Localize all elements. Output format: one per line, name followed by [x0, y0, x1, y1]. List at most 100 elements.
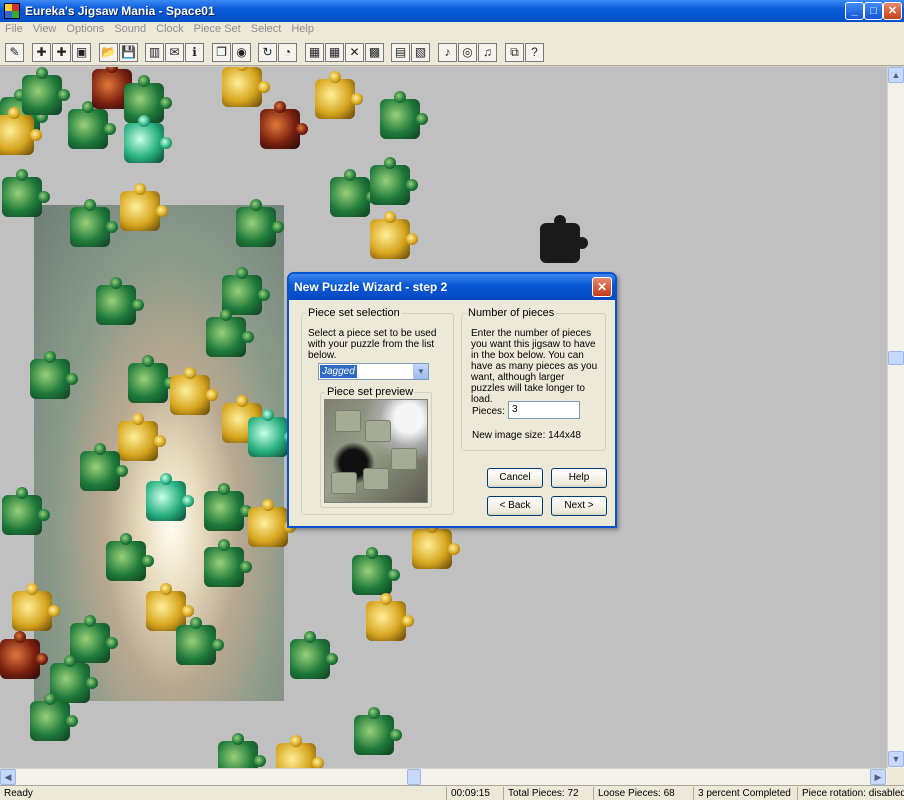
scroll-down-button[interactable]: ▼	[888, 751, 904, 767]
pieces-red-icon[interactable]: ✚	[32, 43, 51, 62]
puzzle-piece[interactable]	[30, 693, 78, 741]
puzzle-piece[interactable]	[0, 631, 48, 679]
help-button[interactable]: Help	[551, 468, 607, 488]
puzzle-piece[interactable]	[248, 409, 296, 457]
scroll-right-button[interactable]: ▶	[870, 769, 886, 785]
window-icon[interactable]: ⧉	[505, 43, 524, 62]
puzzle-piece[interactable]	[370, 157, 418, 205]
puzzle-piece[interactable]	[204, 539, 252, 587]
puzzle-piece[interactable]	[236, 199, 284, 247]
frame-icon[interactable]: ▧	[411, 43, 430, 62]
scroll-left-button[interactable]: ◀	[0, 769, 16, 785]
puzzle-piece[interactable]	[12, 583, 60, 631]
menu-select[interactable]: Select	[246, 22, 287, 35]
music-note-icon[interactable]: ♪	[438, 43, 457, 62]
puzzle-piece[interactable]	[370, 211, 418, 259]
save-disk-icon[interactable]: 💾	[119, 43, 138, 62]
puzzle-piece[interactable]	[366, 593, 414, 641]
open-folder-icon[interactable]: 📂	[99, 43, 118, 62]
puzzle-piece[interactable]	[120, 183, 168, 231]
puzzle-piece[interactable]	[222, 67, 270, 107]
puzzle-piece[interactable]	[352, 547, 400, 595]
scrollbar-corner	[887, 768, 904, 785]
close-button[interactable]: ✕	[883, 2, 902, 20]
pieces-red-alt-icon[interactable]: ✚	[52, 43, 71, 62]
status-total-pieces: Total Pieces: 72	[503, 787, 592, 800]
puzzle-piece[interactable]	[218, 733, 266, 768]
cancel-button[interactable]: Cancel	[487, 468, 543, 488]
close-x-icon[interactable]: ✕	[345, 43, 364, 62]
sound-icon[interactable]: ♫	[478, 43, 497, 62]
puzzle-piece[interactable]	[170, 367, 218, 415]
mail-icon[interactable]: ✉	[165, 43, 184, 62]
vertical-scrollbar[interactable]: ▲ ▼	[887, 67, 904, 768]
puzzle-piece[interactable]	[248, 499, 296, 547]
puzzle-piece[interactable]	[2, 487, 50, 535]
cd-icon[interactable]: ◎	[458, 43, 477, 62]
horizontal-scroll-thumb[interactable]	[407, 769, 421, 785]
puzzle-piece[interactable]	[412, 521, 460, 569]
pattern-icon[interactable]: ▩	[365, 43, 384, 62]
puzzle-piece[interactable]	[146, 473, 194, 521]
status-piece-rotation: Piece rotation: disabled	[797, 787, 904, 800]
puzzle-piece[interactable]	[80, 443, 128, 491]
menu-options[interactable]: Options	[61, 22, 109, 35]
vertical-scroll-thumb[interactable]	[888, 351, 904, 365]
puzzle-piece[interactable]	[276, 735, 324, 768]
picture-icon[interactable]: ▤	[391, 43, 410, 62]
puzzle-piece[interactable]	[330, 169, 378, 217]
info-icon[interactable]: ℹ	[185, 43, 204, 62]
puzzle-piece[interactable]	[206, 309, 254, 357]
puzzle-piece[interactable]	[118, 413, 166, 461]
puzzle-piece[interactable]	[290, 631, 338, 679]
next-button[interactable]: Next >	[551, 496, 607, 516]
puzzle-piece[interactable]	[204, 483, 252, 531]
scroll-up-button[interactable]: ▲	[888, 67, 904, 83]
puzzle-piece[interactable]	[128, 355, 176, 403]
rotate-icon[interactable]: ↻	[258, 43, 277, 62]
chevron-down-icon[interactable]: ▼	[413, 364, 428, 379]
puzzle-piece[interactable]	[0, 107, 42, 155]
menu-file[interactable]: File	[0, 22, 28, 35]
dialog-close-button[interactable]: ✕	[592, 277, 612, 297]
piece-set-selected-value: Jagged	[320, 365, 357, 378]
dialog-title: New Puzzle Wizard - step 2	[294, 280, 448, 294]
puzzle-piece[interactable]	[70, 199, 118, 247]
help-icon[interactable]: ?	[525, 43, 544, 62]
puzzle-piece[interactable]	[380, 91, 428, 139]
maximize-button[interactable]: □	[864, 2, 883, 20]
copy-icon[interactable]: ❐	[212, 43, 231, 62]
horizontal-scrollbar[interactable]: ◀ ▶	[0, 768, 887, 785]
back-button[interactable]: < Back	[487, 496, 543, 516]
minimize-button[interactable]: _	[845, 2, 864, 20]
puzzle-piece[interactable]	[22, 67, 70, 115]
puzzle-piece[interactable]	[540, 215, 588, 263]
image-icon[interactable]: ▣	[72, 43, 91, 62]
puzzle-piece[interactable]	[30, 351, 78, 399]
puzzle-piece[interactable]	[2, 169, 50, 217]
puzzle-piece[interactable]	[315, 71, 363, 119]
puzzle-piece[interactable]	[70, 615, 118, 663]
menu-clock[interactable]: Clock	[151, 22, 189, 35]
puzzle-piece[interactable]	[354, 707, 402, 755]
menu-view[interactable]: View	[28, 22, 62, 35]
puzzle-piece[interactable]	[50, 655, 98, 703]
puzzle-piece[interactable]	[124, 115, 172, 163]
wand-icon[interactable]: ✎	[5, 43, 24, 62]
menu-piece-set[interactable]: Piece Set	[189, 22, 246, 35]
puzzle-piece[interactable]	[96, 277, 144, 325]
puzzle-piece[interactable]	[106, 533, 154, 581]
grid-alt-icon[interactable]: ▦	[325, 43, 344, 62]
puzzle-piece[interactable]	[260, 101, 308, 149]
menu-sound[interactable]: Sound	[109, 22, 151, 35]
grid-icon[interactable]: ▦	[305, 43, 324, 62]
clock-icon[interactable]: ◔	[278, 43, 297, 62]
menu-help[interactable]: Help	[286, 22, 319, 35]
pieces-input[interactable]: 3	[508, 401, 580, 419]
color-wheel-icon[interactable]: ◉	[232, 43, 251, 62]
puzzle-piece[interactable]	[176, 617, 224, 665]
preview-piece-shape	[365, 420, 391, 442]
piece-set-dropdown[interactable]: Jagged ▼	[318, 363, 429, 380]
building-icon[interactable]: ▥	[145, 43, 164, 62]
puzzle-piece[interactable]	[68, 101, 116, 149]
